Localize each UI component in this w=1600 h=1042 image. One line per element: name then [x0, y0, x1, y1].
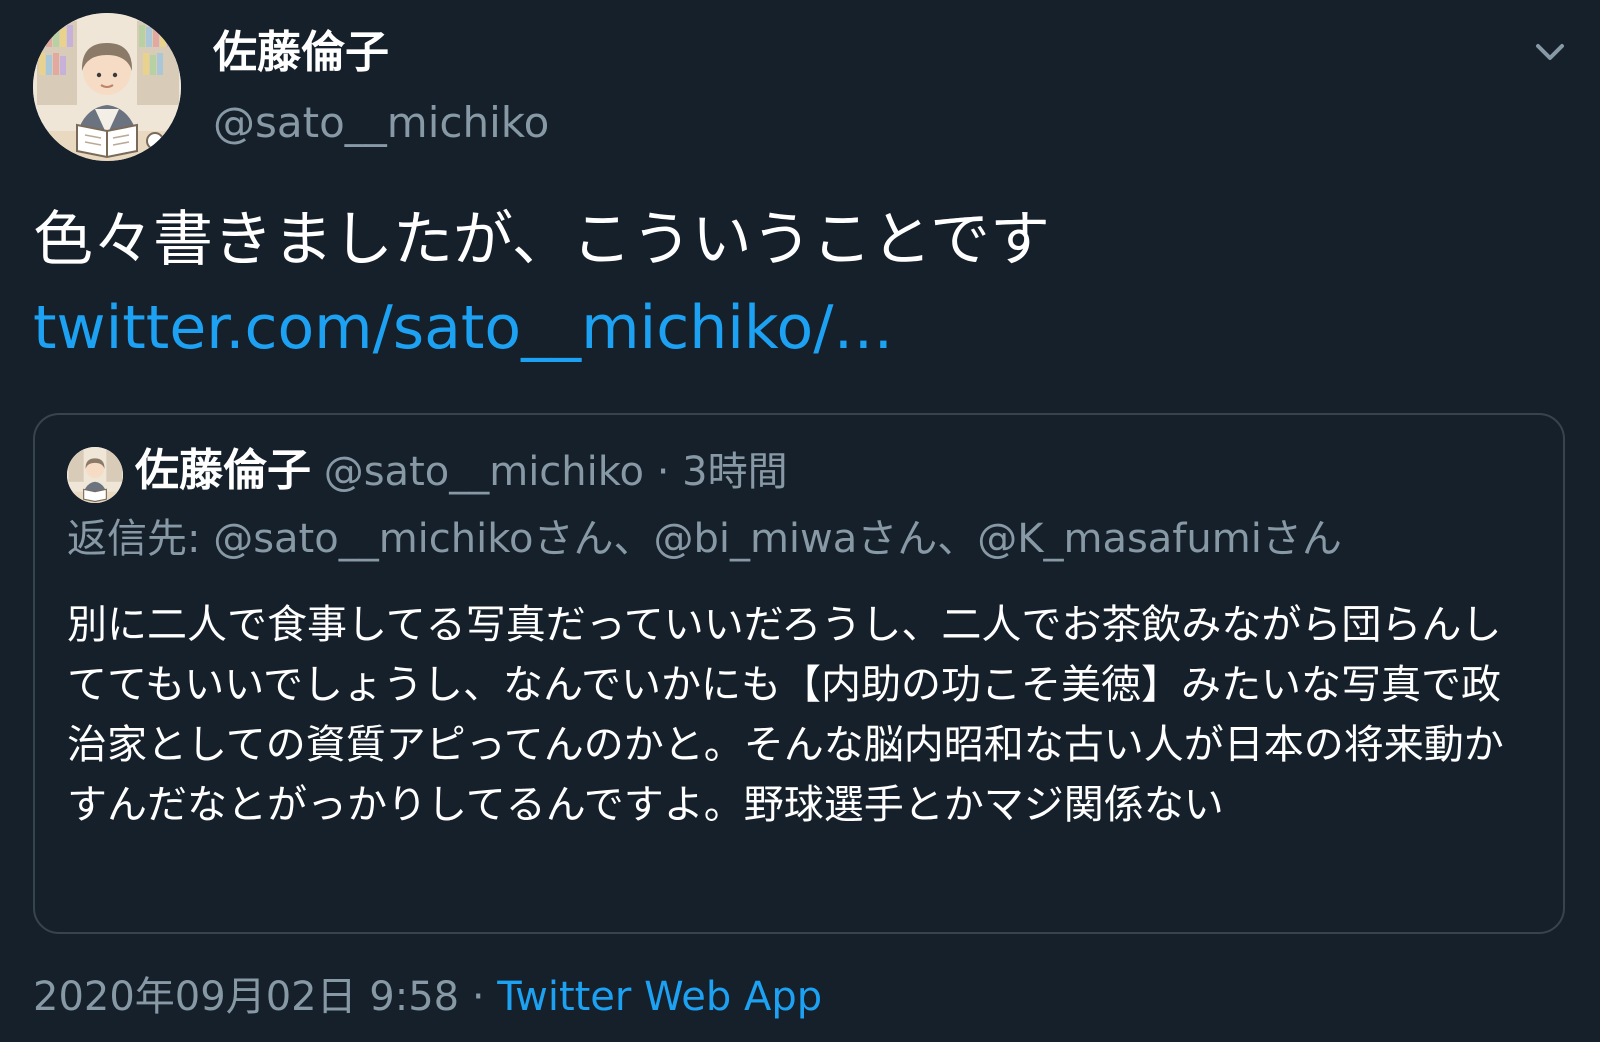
quoted-author-handle: @sato__michiko [323, 449, 644, 495]
tweet-meta: 2020年09月02日 9:58 · Twitter Web App [33, 968, 822, 1026]
quoted-author-avatar [67, 447, 123, 503]
meta-separator: · [471, 974, 485, 1020]
quoted-timestamp: 3時間 [682, 449, 788, 495]
author-handle[interactable]: @sato__michiko [213, 96, 549, 150]
quoted-author-name: 佐藤倫子 [135, 445, 311, 496]
tweet-link[interactable]: twitter.com/sato__michiko/… [33, 288, 893, 368]
quoted-separator: · [656, 449, 670, 495]
tweet-text: 色々書きましたが、こういうことです [33, 205, 1050, 275]
avatar-illustration [33, 13, 181, 161]
tweet-timestamp[interactable]: 2020年09月02日 9:58 [33, 974, 459, 1020]
author-avatar[interactable] [33, 13, 181, 161]
author-name[interactable]: 佐藤倫子 [213, 24, 389, 82]
quoted-reply-to: 返信先: @sato__michikoさん、@bi_miwaさん、@K_masa… [67, 516, 1342, 562]
tweet-source-link[interactable]: Twitter Web App [497, 974, 822, 1020]
chevron-down-icon[interactable] [1530, 36, 1570, 68]
quoted-tweet-text: 別に二人で食事してる写真だっていいだろうし、二人でお茶飲みながら団らんしててもい… [67, 602, 1504, 828]
quoted-tweet-header: 佐藤倫子 @sato__michiko · 3時間 [135, 443, 788, 500]
quoted-tweet-card[interactable]: 佐藤倫子 @sato__michiko · 3時間 返信先: @sato__mi… [33, 413, 1565, 934]
avatar-illustration [67, 447, 123, 503]
